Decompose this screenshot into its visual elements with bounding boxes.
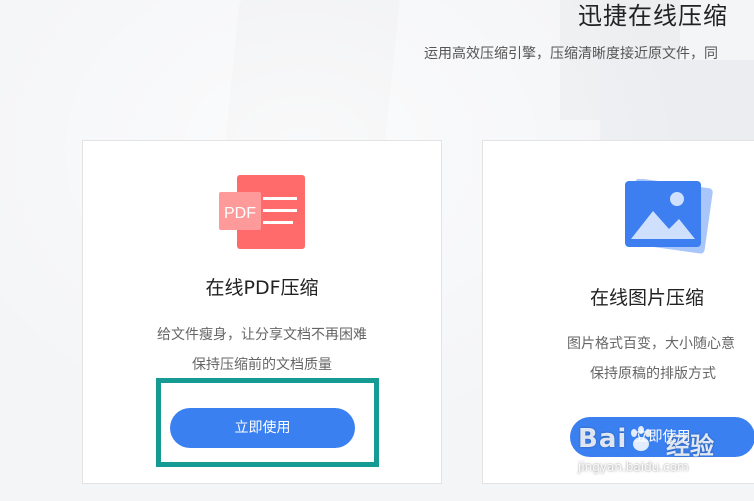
page-subtitle: 运用高效压缩引擎，压缩清晰度接近原文件，同 — [424, 46, 718, 62]
pdf-file-icon: PDF — [219, 175, 305, 249]
page-title: 迅捷在线压缩 — [578, 2, 728, 30]
card-title: 在线PDF压缩 — [205, 277, 319, 299]
image-file-icon — [625, 179, 713, 254]
image-compress-card: 在线图片压缩 图片格式百变，大小随心意 保持原稿的排版方式 立即使用 — [482, 140, 754, 484]
card-description-line1: 给文件瘦身，让分享文档不再困难 — [157, 327, 367, 343]
annotation-highlight-box — [156, 378, 379, 467]
card-description-line2: 保持原稿的排版方式 — [590, 366, 716, 382]
card-description-line2: 保持压缩前的文档质量 — [192, 357, 332, 373]
card-title: 在线图片压缩 — [590, 287, 705, 309]
pdf-icon-label: PDF — [224, 205, 256, 222]
image-use-now-button[interactable]: 立即使用 — [570, 417, 754, 457]
card-description-line1: 图片格式百变，大小随心意 — [567, 336, 735, 352]
